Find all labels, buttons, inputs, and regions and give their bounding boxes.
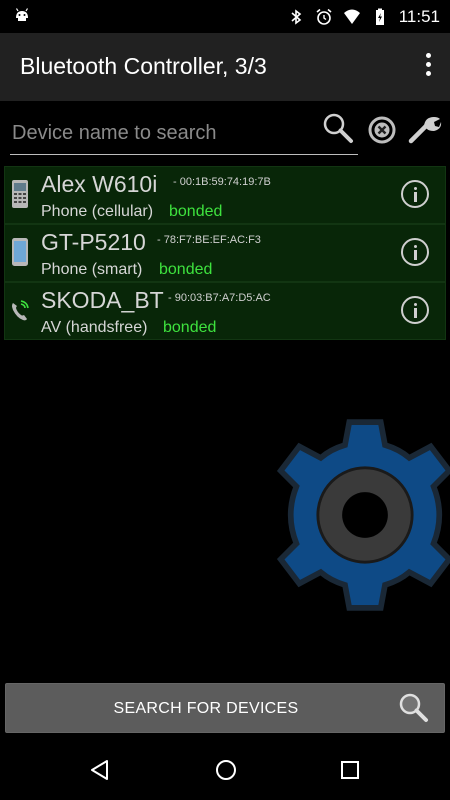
info-icon[interactable] (401, 296, 429, 324)
android-icon (15, 8, 29, 21)
device-list: Alex W610i - 00:1B:59:74:19:7B Phone (ce… (4, 166, 446, 340)
recents-icon[interactable] (338, 758, 362, 782)
gear-icon (276, 419, 450, 611)
wifi-icon (343, 9, 360, 24)
wrench-icon[interactable] (407, 113, 443, 145)
clear-icon[interactable] (367, 115, 397, 145)
device-item[interactable]: SKODA_BT - 90:03:B7:A7:D5:AC AV (handsfr… (4, 282, 446, 340)
search-input[interactable] (10, 113, 358, 155)
smartphone-icon (12, 238, 28, 266)
device-status: bonded (159, 261, 213, 278)
device-type: AV (handsfree) (41, 319, 148, 336)
device-name: SKODA_BT (41, 287, 164, 313)
alarm-icon (316, 8, 332, 25)
device-type: Phone (cellular) (41, 203, 154, 220)
device-address: - 90:03:B7:A7:D5:AC (168, 292, 271, 304)
status-bar: 11:51 (0, 0, 450, 33)
device-item[interactable]: GT-P5210 - 78:F7:BE:EF:AC:F3 Phone (smar… (4, 224, 446, 282)
handsfree-phone-icon (12, 300, 29, 321)
cellphone-icon (12, 180, 28, 208)
info-icon[interactable] (401, 180, 429, 208)
device-item[interactable]: Alex W610i - 00:1B:59:74:19:7B Phone (ce… (4, 166, 446, 224)
app-bar: Bluetooth Controller, 3/3 (0, 33, 450, 101)
back-icon[interactable] (88, 758, 112, 782)
info-icon[interactable] (401, 238, 429, 266)
device-status: bonded (169, 203, 223, 220)
magnifier-icon (399, 693, 428, 722)
search-for-devices-button[interactable]: SEARCH FOR DEVICES (5, 683, 445, 733)
device-address: - 78:F7:BE:EF:AC:F3 (157, 234, 261, 246)
bluetooth-icon (291, 8, 301, 25)
app-title: Bluetooth Controller, 3/3 (20, 53, 267, 79)
device-name: GT-P5210 (41, 229, 146, 255)
home-icon[interactable] (214, 758, 238, 782)
search-icon[interactable] (322, 112, 354, 144)
search-button-label: SEARCH FOR DEVICES (113, 700, 299, 717)
overflow-menu-icon[interactable] (424, 53, 432, 79)
device-type: Phone (smart) (41, 261, 143, 278)
nav-bar (0, 740, 450, 800)
device-status: bonded (163, 319, 217, 336)
device-name: Alex W610i (41, 171, 158, 197)
battery-icon (375, 8, 384, 25)
status-time: 11:51 (398, 6, 440, 26)
device-address: - 00:1B:59:74:19:7B (173, 176, 271, 188)
